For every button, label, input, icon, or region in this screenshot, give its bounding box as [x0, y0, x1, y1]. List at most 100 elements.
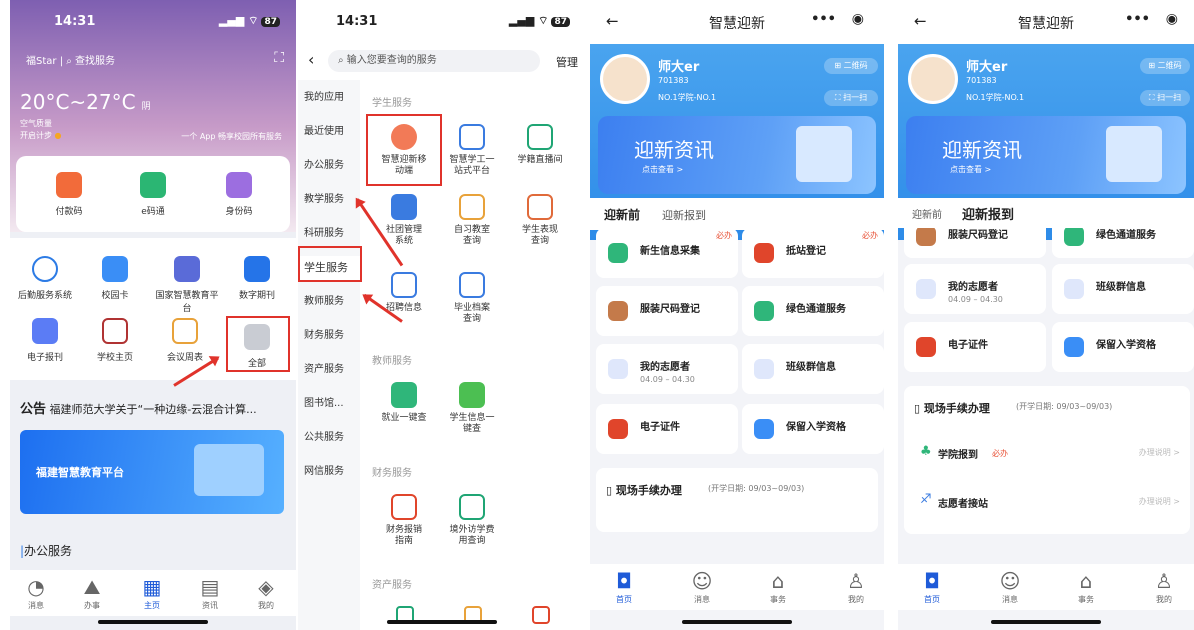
tab-before-arrival[interactable]: 迎新前 [604, 206, 640, 223]
college-registration-row[interactable]: ♣ 学院报到 必办 办理说明 > [904, 430, 1190, 474]
menu-teacher[interactable]: 教师服务 [298, 292, 356, 307]
size-registration-item[interactable]: 服装尺码登记 [596, 286, 738, 336]
shirt-icon [916, 228, 936, 246]
tab-messages[interactable]: ☺ 消息 [980, 568, 1040, 605]
overseas-fee-app[interactable]: 境外访学费 用查询 [440, 494, 504, 547]
back-icon[interactable]: ‹ [308, 50, 314, 69]
location-search[interactable]: 福Star | ⌕ 查找服务 [26, 52, 115, 67]
home-indicator [387, 620, 497, 624]
e-newspaper-app[interactable]: 电子报刊 [12, 318, 78, 363]
manage-button[interactable]: 管理 [556, 54, 578, 70]
scan-button[interactable]: ⛶ 扫一扫 [1140, 90, 1190, 106]
slogan: 一个 App 畅享校园所有服务 [181, 132, 282, 141]
menu-finance[interactable]: 财务服务 [298, 326, 356, 341]
volunteer-pickup-row[interactable]: ♐ 志愿者接站 办理说明 > [904, 482, 1190, 526]
menu-recent[interactable]: 最近使用 [298, 122, 356, 137]
scan-button[interactable]: ⛶ 扫一扫 [824, 90, 878, 106]
reserve-admission-item[interactable]: 保留入学资格 [742, 404, 884, 454]
tab-affairs[interactable]: ⌂ 事务 [1056, 568, 1116, 605]
pay-code-icon [56, 172, 82, 198]
campus-card-app[interactable]: 校园卡 [82, 256, 148, 301]
location-label[interactable]: 福Star [26, 56, 57, 67]
volunteer-item[interactable]: 我的志愿者 04.09 – 04.30 [596, 344, 738, 394]
e-certificate-item[interactable]: 电子证件 [596, 404, 738, 454]
menu-network[interactable]: 网信服务 [298, 462, 356, 477]
school-home-app[interactable]: 学校主页 [82, 318, 148, 363]
smart-education-app[interactable]: 国家智慧教育平台 [152, 256, 222, 314]
tab-messages[interactable]: ☺ 消息 [672, 568, 732, 605]
arrival-registration-item[interactable]: 抵站登记 必办 [742, 228, 884, 278]
notice-bar[interactable]: 公告 福建师范大学关于“一种边缘-云混合计算... [20, 398, 257, 417]
tab-home[interactable]: ▦ 主页 [122, 574, 182, 611]
menu-my-apps[interactable]: 我的应用 [298, 88, 356, 103]
journal-app[interactable]: 数字期刊 [224, 256, 290, 301]
tab-services[interactable]: ⛰ 办事 [62, 574, 122, 611]
search-input[interactable]: ⌕ 输入您要查询的服务 [328, 50, 540, 72]
tab-affairs[interactable]: ⌂ 事务 [748, 568, 808, 605]
welcome-news-banner[interactable]: 迎新资讯 点击查看 > [906, 116, 1186, 194]
onsite-date: (开学日期: 09/03~09/03) [1016, 402, 1113, 411]
tab-home[interactable]: ◘ 首页 [594, 568, 654, 605]
menu-public[interactable]: 公共服务 [298, 428, 356, 443]
step-counter[interactable]: 开启计步 ● [20, 130, 62, 141]
tab-news[interactable]: ▤ 资讯 [180, 574, 240, 611]
notice-text[interactable]: 福建师范大学关于“一种边缘-云混合计算... [50, 403, 257, 416]
id-code-button[interactable]: 身份码 [206, 172, 272, 217]
tab-arrival-registration[interactable]: 迎新报到 [662, 207, 706, 223]
tab-messages[interactable]: ◔ 消息 [10, 574, 66, 611]
promo-banner[interactable]: 福建智慧教育平台 [20, 430, 284, 514]
graduate-archive-app[interactable]: 毕业档案 查询 [440, 272, 504, 325]
must-do-badge: 必办 [862, 231, 878, 240]
menu-office[interactable]: 办公服务 [298, 156, 356, 171]
welcome-news-banner[interactable]: 迎新资讯 点击查看 > [598, 116, 876, 194]
play-icon [527, 124, 553, 150]
user-icon: ♙ [847, 569, 865, 593]
menu-research[interactable]: 科研服务 [298, 224, 356, 239]
status-live-app[interactable]: 学籍直播间 [508, 124, 572, 166]
employment-query-app[interactable]: 就业一键查 [372, 382, 436, 424]
class-group-item[interactable]: 班级群信息 [1052, 264, 1194, 314]
reserve-admission-item[interactable]: 保留入学资格 [1052, 322, 1194, 372]
logistics-app[interactable]: 后勤服务系统 [12, 256, 78, 301]
menu-teaching[interactable]: 教学服务 [298, 190, 356, 205]
tab-bar: ◘ 首页 ☺ 消息 ⌂ 事务 ♙ 我的 [898, 564, 1194, 610]
tab-profile[interactable]: ♙ 我的 [1134, 568, 1194, 605]
classroom-app[interactable]: 自习教室 查询 [440, 194, 504, 247]
runner-icon [916, 279, 936, 299]
close-target-icon[interactable]: ◉ [852, 11, 864, 27]
class-group-item[interactable]: 班级群信息 [742, 344, 884, 394]
volunteer-item[interactable]: 我的志愿者 04.09 – 04.30 [904, 264, 1046, 314]
page-title: 智慧迎新 [709, 16, 765, 32]
search-input[interactable]: 查找服务 [75, 56, 115, 67]
student-info-app[interactable]: 学生信息一 键查 [440, 382, 504, 435]
tab-arrival-registration[interactable]: 迎新报到 [962, 204, 1014, 223]
id-card-icon [226, 172, 252, 198]
phase-tabs: 迎新前 迎新报到 [898, 198, 1194, 228]
qr-code-button[interactable]: ⊞ 二维码 [824, 58, 878, 74]
performance-app[interactable]: 学生表现 查询 [508, 194, 572, 247]
pay-code-button[interactable]: 付款码 [36, 172, 102, 217]
green-channel-item[interactable]: 绿色通道服务 [1052, 228, 1194, 258]
more-icon[interactable]: ••• [1125, 12, 1150, 27]
more-icon[interactable]: ••• [811, 12, 836, 27]
tab-home[interactable]: ◘ 首页 [902, 568, 962, 605]
info-collection-item[interactable]: 新生信息采集 必办 [596, 228, 738, 278]
e-certificate-item[interactable]: 电子证件 [904, 322, 1046, 372]
student-work-app[interactable]: 智慧学工一 站式平台 [440, 124, 504, 177]
e-code-button[interactable]: e码通 [120, 172, 186, 217]
menu-assets[interactable]: 资产服务 [298, 360, 356, 375]
scan-icon[interactable]: ⛶ [274, 50, 284, 66]
tab-profile[interactable]: ◈ 我的 [236, 574, 296, 611]
close-target-icon[interactable]: ◉ [1166, 11, 1178, 27]
size-registration-item[interactable]: 服装尺码登记 [904, 228, 1046, 258]
search-icon: ⌕ [338, 55, 347, 66]
reimbursement-app[interactable]: 财务报销 指南 [372, 494, 436, 547]
tab-before-arrival[interactable]: 迎新前 [912, 206, 942, 221]
menu-library[interactable]: 图书馆... [298, 394, 356, 409]
qr-code-button[interactable]: ⊞ 二维码 [1140, 58, 1190, 74]
instructions-link[interactable]: 办理说明 > [1139, 447, 1180, 458]
instructions-link[interactable]: 办理说明 > [1139, 496, 1180, 507]
onsite-procedures-card: ▯ 现场手续办理 (开学日期: 09/03~09/03) [596, 468, 878, 532]
tab-profile[interactable]: ♙ 我的 [826, 568, 884, 605]
green-channel-item[interactable]: 绿色通道服务 [742, 286, 884, 336]
